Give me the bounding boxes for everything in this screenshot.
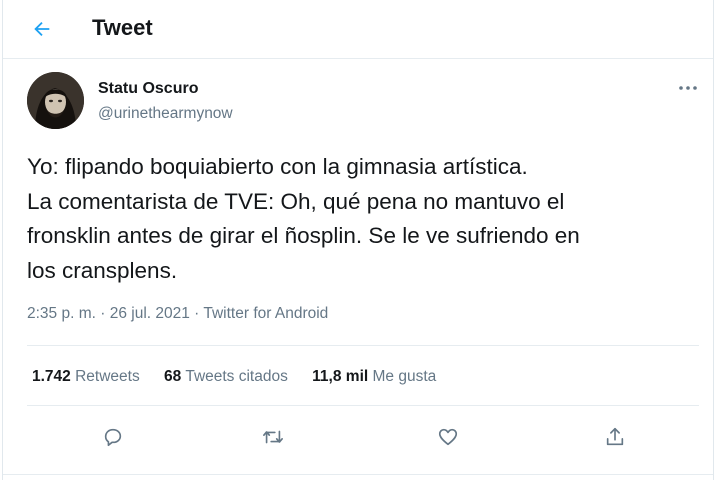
back-button[interactable] — [25, 12, 59, 46]
tweet-date[interactable]: 26 jul. 2021 — [110, 305, 190, 322]
tweet-detail-view: Tweet Statu Oscuro @urinethearmynow Yo: … — [2, 0, 714, 480]
more-options-button[interactable] — [673, 76, 703, 100]
divider — [27, 405, 699, 406]
quotes-stat[interactable]: 68 Tweets citados — [164, 368, 288, 385]
retweets-count: 1.742 — [32, 368, 71, 385]
reply-icon — [104, 428, 122, 447]
arrow-left-icon — [34, 21, 50, 37]
retweets-label: Retweets — [75, 368, 140, 385]
display-name[interactable]: Statu Oscuro — [98, 80, 198, 98]
likes-stat[interactable]: 11,8 mil Me gusta — [312, 368, 436, 385]
tweet-text-line: La comentarista de TVE: Oh, qué pena no … — [27, 188, 565, 214]
like-icon — [438, 428, 458, 446]
tweet-text-line: fronsklin antes de girar el ñosplin. Se … — [27, 223, 580, 248]
like-button[interactable] — [431, 420, 465, 454]
share-icon — [606, 427, 624, 446]
tweet-source[interactable]: Twitter for Android — [203, 305, 328, 322]
header: Tweet — [3, 0, 713, 59]
quotes-count: 68 — [164, 368, 182, 385]
retweets-stat[interactable]: 1.742 Retweets — [32, 368, 140, 385]
tweet-text-line: los cransplens. — [27, 257, 178, 283]
likes-count: 11,8 mil — [312, 368, 369, 385]
share-button[interactable] — [598, 420, 632, 454]
retweet-icon — [263, 430, 283, 444]
likes-label: Me gusta — [372, 368, 437, 385]
meta-separator: · — [189, 305, 204, 322]
divider — [27, 345, 699, 346]
action-bar — [3, 420, 713, 454]
tweet-text-line: Yo: flipando boquiabierto con la gimnasi… — [27, 154, 528, 179]
meta-separator: · — [95, 305, 110, 322]
reply-button[interactable] — [96, 420, 130, 454]
tweet-time[interactable]: 2:35 p. m. — [27, 305, 96, 322]
avatar-image — [27, 72, 84, 129]
more-horizontal-icon — [679, 86, 697, 90]
tweet-metadata: 2:35 p. m. · 26 jul. 2021 · Twitter for … — [27, 305, 328, 323]
avatar[interactable] — [27, 72, 84, 129]
retweet-button[interactable] — [256, 420, 290, 454]
page-title: Tweet — [92, 15, 153, 40]
engagement-stats: 1.742 Retweets 68 Tweets citados 11,8 mi… — [32, 368, 456, 386]
user-handle[interactable]: @urinethearmynow — [98, 105, 233, 123]
quotes-label: Tweets citados — [185, 368, 288, 385]
tweet-text: Yo: flipando boquiabierto con la gimnasi… — [27, 150, 703, 288]
divider — [3, 474, 713, 475]
